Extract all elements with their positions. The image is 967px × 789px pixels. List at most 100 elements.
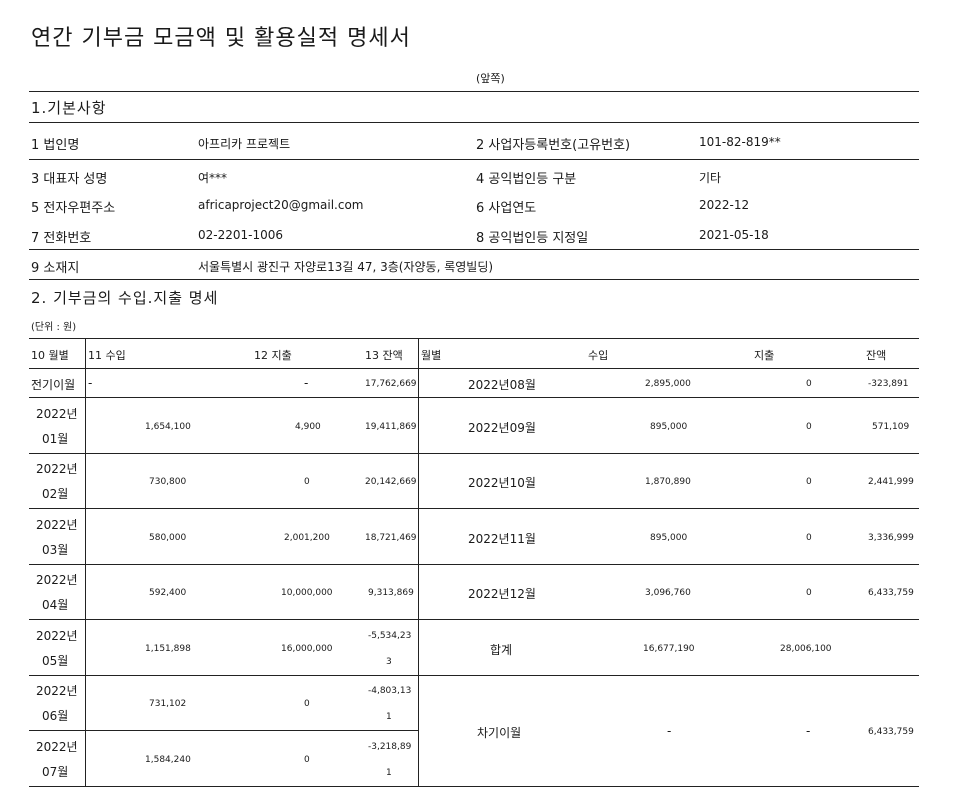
table-rule <box>29 675 919 676</box>
right-row-expense: 0 <box>806 588 812 598</box>
left-row-income: 730,800 <box>149 477 187 487</box>
right-row-income: 895,000 <box>650 533 688 543</box>
carry-in-expense: - <box>304 376 309 390</box>
left-row-year: 2022년 <box>36 462 78 476</box>
left-row-month: 04월 <box>42 598 69 612</box>
left-row-balance-wrap: 1 <box>386 768 392 778</box>
left-row-month: 02월 <box>42 487 69 501</box>
left-row-income: 1,654,100 <box>145 422 191 432</box>
carry-out-balance: 6,433,759 <box>868 727 914 737</box>
table-rule <box>29 730 418 731</box>
left-row-income: 1,151,898 <box>145 644 191 654</box>
biz-number-label: 2 사업자등록번호(고유번호) <box>476 138 631 153</box>
page-side-label: (앞쪽) <box>476 72 505 85</box>
left-row-balance: 20,142,669 <box>365 477 417 487</box>
table-rule <box>29 338 919 339</box>
document-title: 연간 기부금 모금액 및 활용실적 명세서 <box>31 26 411 51</box>
fiscal-year-label: 6 사업연도 <box>476 201 537 216</box>
right-row-month: 2022년08월 <box>468 378 536 392</box>
right-row-income: 895,000 <box>650 422 688 432</box>
left-row-month: 05월 <box>42 654 69 668</box>
left-row-expense: 16,000,000 <box>281 644 333 654</box>
right-row-expense: 0 <box>806 422 812 432</box>
table-rule <box>29 397 919 398</box>
right-row-expense: 0 <box>806 477 812 487</box>
corp-name-value: 아프리카 프로젝트 <box>198 137 291 151</box>
left-row-income: 580,000 <box>149 533 187 543</box>
table-rule <box>29 453 919 454</box>
table-vrule <box>85 338 86 786</box>
right-row-month: 2022년11월 <box>468 532 536 546</box>
header-right-balance: 잔액 <box>866 349 887 362</box>
total-income: 16,677,190 <box>643 644 695 654</box>
table-rule <box>29 564 919 565</box>
left-row-expense: 0 <box>304 699 310 709</box>
left-row-year: 2022년 <box>36 740 78 754</box>
left-row-expense: 0 <box>304 477 310 487</box>
table-rule <box>29 508 919 509</box>
section2-heading: 2. 기부금의 수입.지출 명세 <box>31 289 219 307</box>
org-type-value: 기타 <box>699 171 722 185</box>
table-rule <box>29 619 919 620</box>
left-row-year: 2022년 <box>36 407 78 421</box>
header-income: 11 수입 <box>88 349 126 362</box>
left-row-expense: 10,000,000 <box>281 588 333 598</box>
left-row-balance: 19,411,869 <box>365 422 417 432</box>
right-row-balance: 6,433,759 <box>868 588 914 598</box>
right-row-balance: 2,441,999 <box>868 477 914 487</box>
table-rule <box>29 786 919 787</box>
left-row-expense: 2,001,200 <box>284 533 330 543</box>
right-row-balance: 3,336,999 <box>868 533 914 543</box>
left-row-year: 2022년 <box>36 573 78 587</box>
right-row-expense: 0 <box>806 533 812 543</box>
address-label: 9 소재지 <box>31 261 80 276</box>
right-row-month: 2022년09월 <box>468 421 536 435</box>
total-label: 합계 <box>490 643 513 657</box>
right-row-income: 3,096,760 <box>645 588 691 598</box>
org-type-label: 4 공익법인등 구분 <box>476 172 577 187</box>
fiscal-year-value: 2022-12 <box>699 198 750 212</box>
total-expense: 28,006,100 <box>780 644 832 654</box>
left-row-expense: 4,900 <box>295 422 321 432</box>
left-row-balance: 18,721,469 <box>365 533 417 543</box>
designation-date-value: 2021-05-18 <box>699 228 769 242</box>
corp-name-label: 1 법인명 <box>31 138 80 153</box>
biz-number-value: 101-82-819** <box>699 135 781 149</box>
left-row-income: 1,584,240 <box>145 755 191 765</box>
left-row-expense: 0 <box>304 755 310 765</box>
left-row-year: 2022년 <box>36 518 78 532</box>
section1-heading: 1.기본사항 <box>31 99 107 117</box>
left-row-month: 03월 <box>42 543 69 557</box>
header-balance: 13 잔액 <box>365 349 403 362</box>
phone-value: 02-2201-1006 <box>198 228 284 242</box>
carry-out-income: - <box>667 724 672 738</box>
left-row-month: 06월 <box>42 709 69 723</box>
right-row-income: 1,870,890 <box>645 477 691 487</box>
email-label: 5 전자우편주소 <box>31 201 116 216</box>
right-row-balance: 571,109 <box>872 422 910 432</box>
carry-in-label: 전기이월 <box>31 378 76 392</box>
left-row-balance: -5,534,23 <box>368 631 412 641</box>
right-row-expense: 0 <box>806 379 812 389</box>
left-row-year: 2022년 <box>36 629 78 643</box>
email-value: africaproject20@gmail.com <box>198 198 364 212</box>
left-row-balance-wrap: 3 <box>386 657 392 667</box>
address-value: 서울특별시 광진구 자양로13길 47, 3층(자양동, 록영빌딩) <box>198 260 494 274</box>
unit-label: (단위 : 원) <box>31 322 77 333</box>
right-row-month: 2022년12월 <box>468 587 536 601</box>
right-row-income: 2,895,000 <box>645 379 691 389</box>
rule <box>29 91 919 92</box>
header-month: 10 월별 <box>31 349 69 362</box>
header-right-income: 수입 <box>588 349 609 362</box>
rule <box>29 122 919 123</box>
rule <box>29 249 919 250</box>
header-right-expense: 지출 <box>754 349 775 362</box>
left-row-balance: 9,313,869 <box>368 588 414 598</box>
rule <box>29 279 919 280</box>
left-row-balance: -4,803,13 <box>368 686 412 696</box>
left-row-year: 2022년 <box>36 684 78 698</box>
carry-in-income: - <box>88 376 93 390</box>
designation-date-label: 8 공익법인등 지정일 <box>476 231 589 246</box>
right-row-month: 2022년10월 <box>468 476 536 490</box>
left-row-income: 731,102 <box>149 699 187 709</box>
